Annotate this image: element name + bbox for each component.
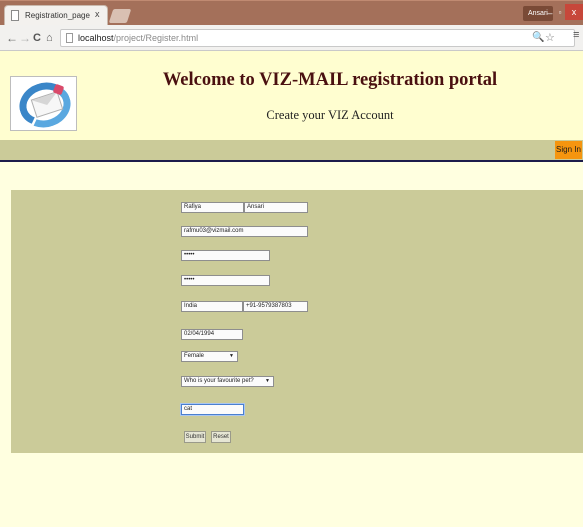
url-text[interactable]: localhost/project/Register.html	[78, 33, 198, 43]
submit-button[interactable]: Submit	[184, 431, 206, 443]
new-tab-button[interactable]	[108, 9, 132, 23]
page-content: Welcome to VIZ-MAIL registration portal …	[0, 51, 583, 527]
browser-menu-icon[interactable]: ≡	[573, 29, 579, 41]
email-input[interactable]: rafmu03@vizmail.com	[181, 226, 308, 237]
url-bar[interactable]: localhost/project/Register.html 🔍 ☆	[60, 29, 575, 47]
close-window-button[interactable]: x	[565, 4, 583, 20]
browser-toolbar: ← → C ⌂ localhost/project/Register.html …	[0, 25, 583, 51]
bookmark-star-icon[interactable]: ☆	[545, 31, 555, 44]
phone-input[interactable]: +91-9579387803	[243, 301, 308, 312]
confirm-password-input[interactable]: •••••	[181, 275, 270, 286]
page-icon	[66, 33, 73, 43]
nav-strip	[0, 140, 583, 160]
last-name-input[interactable]: Ansari	[244, 202, 308, 213]
back-button[interactable]: ←	[6, 30, 18, 46]
browser-tab[interactable]: Registration_page x	[4, 5, 108, 26]
dropdown-caret-icon: ▼	[265, 378, 270, 384]
gender-select[interactable]: Female ▼	[181, 351, 238, 362]
tab-close-button[interactable]: x	[95, 9, 100, 19]
page-header: Welcome to VIZ-MAIL registration portal …	[0, 51, 583, 140]
security-question-value: Who is your favourite pet?	[184, 378, 254, 384]
security-question-select[interactable]: Who is your favourite pet? ▼	[181, 376, 274, 387]
home-button[interactable]: ⌂	[46, 30, 53, 46]
sign-in-button[interactable]: Sign In	[555, 141, 582, 159]
gender-select-value: Female	[184, 353, 205, 359]
dob-input[interactable]: 02/04/1994	[181, 329, 243, 340]
dropdown-caret-icon: ▼	[229, 353, 234, 359]
zoom-icon[interactable]: 🔍	[532, 32, 544, 43]
browser-titlebar: Registration_page x Ansari – ▫ x	[0, 0, 583, 26]
page-icon	[11, 10, 19, 21]
page-title: Welcome to VIZ-MAIL registration portal	[162, 70, 498, 90]
url-path: /project/Register.html	[113, 33, 199, 43]
first-name-input[interactable]: Rafiya	[181, 202, 244, 213]
maximize-button[interactable]: ▫	[555, 7, 565, 19]
spacer-band	[0, 162, 583, 190]
password-input[interactable]: •••••	[181, 250, 270, 261]
page-footer-space	[0, 453, 583, 527]
security-answer-input[interactable]: cat	[181, 404, 244, 415]
reload-button[interactable]: C	[33, 30, 41, 46]
registration-form: Rafiya Ansari rafmu03@vizmail.com ••••• …	[11, 190, 583, 453]
reset-button[interactable]: Reset	[211, 431, 231, 443]
tab-title: Registration_page	[25, 11, 90, 20]
url-host: localhost	[78, 33, 114, 43]
page-subtitle: Create your VIZ Account	[266, 108, 394, 122]
viz-mail-logo	[10, 75, 77, 135]
country-input[interactable]: India	[181, 301, 243, 312]
forward-button[interactable]: →	[19, 30, 31, 46]
minimize-button[interactable]: –	[545, 7, 555, 19]
